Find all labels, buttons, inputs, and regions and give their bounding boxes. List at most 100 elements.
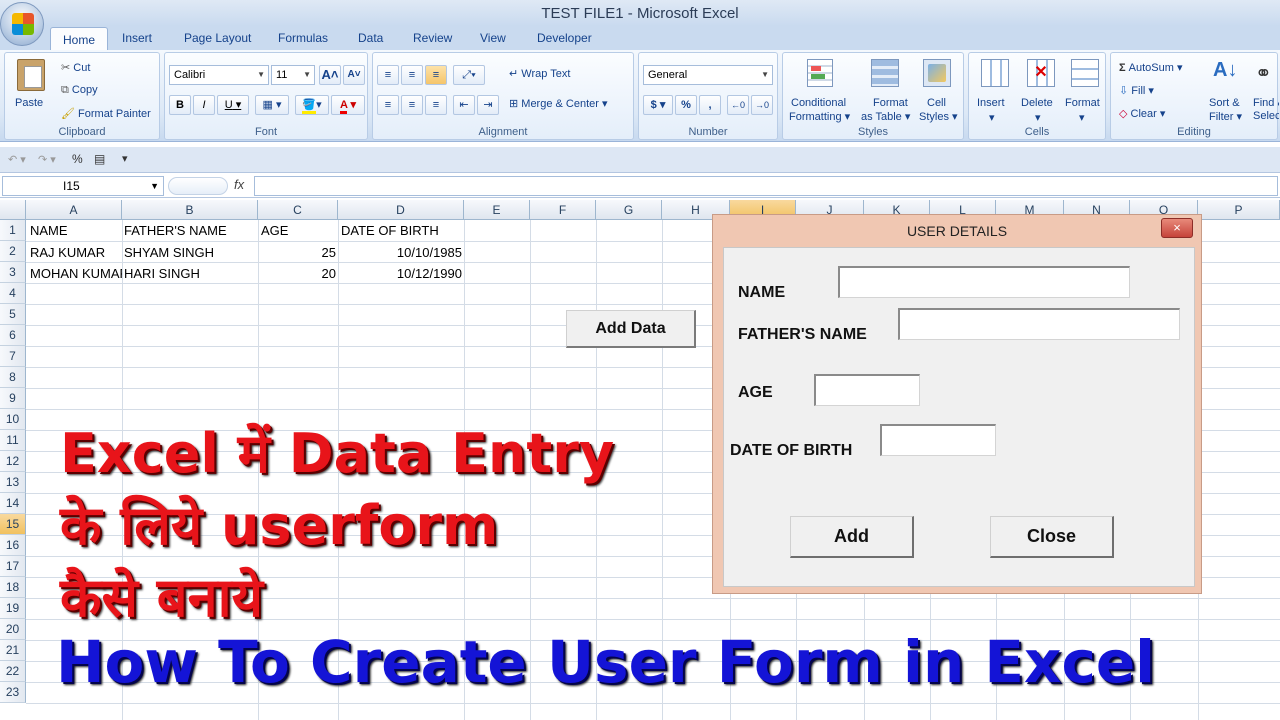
header-name[interactable]: NAME xyxy=(30,223,68,238)
cut-button[interactable]: ✂ Cut xyxy=(61,61,90,74)
row-header[interactable]: 6 xyxy=(0,325,26,346)
tab-formulas[interactable]: Formulas xyxy=(278,31,328,45)
fx-icon[interactable]: fx xyxy=(234,177,244,192)
row-header[interactable]: 12 xyxy=(0,451,26,472)
wrap-text-button[interactable]: ↵ Wrap Text xyxy=(509,67,570,80)
column-header-p[interactable]: P xyxy=(1198,200,1280,220)
row-header[interactable]: 3 xyxy=(0,262,26,283)
cell-father[interactable]: HARI SINGH xyxy=(124,266,200,281)
autosum-button[interactable]: Σ AutoSum ▾ xyxy=(1119,61,1183,74)
cell-styles-button[interactable]: Cell Styles ▾ xyxy=(915,55,961,123)
close-icon[interactable]: × xyxy=(1161,218,1193,238)
row-header[interactable]: 20 xyxy=(0,619,26,640)
row-header[interactable]: 13 xyxy=(0,472,26,493)
number-format-select[interactable]: General ▼ xyxy=(643,65,773,85)
cell-dob[interactable]: 10/12/1990 xyxy=(338,266,462,281)
select-all-corner[interactable] xyxy=(0,200,26,220)
cell-name[interactable]: MOHAN KUMAR xyxy=(30,266,122,281)
office-button[interactable] xyxy=(0,2,44,46)
add-data-button[interactable]: Add Data xyxy=(566,310,696,348)
row-header[interactable]: 5 xyxy=(0,304,26,325)
insert-cells-button[interactable]: Insert ▾ xyxy=(973,55,1015,124)
tab-view[interactable]: View xyxy=(480,31,506,45)
borders-button[interactable]: ▦ ▾ xyxy=(255,95,289,115)
row-header[interactable]: 8 xyxy=(0,367,26,388)
row-header[interactable]: 23 xyxy=(0,682,26,703)
align-top-button[interactable]: ≡ xyxy=(377,65,399,85)
increase-indent-button[interactable]: ⇥ xyxy=(477,95,499,115)
header-age[interactable]: AGE xyxy=(261,223,288,238)
tab-data[interactable]: Data xyxy=(358,31,383,45)
format-cells-button[interactable]: Format ▾ xyxy=(1063,55,1105,124)
father-name-input[interactable] xyxy=(898,308,1180,340)
redo-icon[interactable]: ↷ ▾ xyxy=(38,153,56,166)
row-header[interactable]: 1 xyxy=(0,220,26,241)
column-header-b[interactable]: B xyxy=(122,200,258,220)
tab-developer[interactable]: Developer xyxy=(537,31,592,45)
font-color-button[interactable]: A ▾ xyxy=(331,95,365,115)
header-dob[interactable]: DATE OF BIRTH xyxy=(341,223,439,238)
font-name-select[interactable]: Calibri ▼ xyxy=(169,65,269,85)
conditional-formatting-button[interactable]: Conditional Formatting ▾ xyxy=(787,55,853,123)
column-header-g[interactable]: G xyxy=(596,200,662,220)
row-header[interactable]: 10 xyxy=(0,409,26,430)
row-header[interactable]: 2 xyxy=(0,241,26,262)
row-header[interactable]: 17 xyxy=(0,556,26,577)
align-bottom-button[interactable]: ≡ xyxy=(425,65,447,85)
row-header[interactable]: 14 xyxy=(0,493,26,514)
cell-father[interactable]: SHYAM SINGH xyxy=(124,245,214,260)
row-header[interactable]: 19 xyxy=(0,598,26,619)
row-header[interactable]: 16 xyxy=(0,535,26,556)
comma-button[interactable]: , xyxy=(699,95,721,115)
column-header-a[interactable]: A xyxy=(26,200,122,220)
column-header-e[interactable]: E xyxy=(464,200,530,220)
decrease-decimal-button[interactable]: →0 xyxy=(751,95,773,115)
row-header[interactable]: 22 xyxy=(0,661,26,682)
clear-button[interactable]: ◇ Clear ▾ xyxy=(1119,107,1165,120)
formula-input[interactable] xyxy=(254,176,1278,196)
fill-button[interactable]: ⇩ Fill ▾ xyxy=(1119,84,1154,97)
column-header-c[interactable]: C xyxy=(258,200,338,220)
orientation-button[interactable]: ⤢▾ xyxy=(453,65,485,85)
increase-decimal-button[interactable]: ←0 xyxy=(727,95,749,115)
row-header[interactable]: 7 xyxy=(0,346,26,367)
tab-insert[interactable]: Insert xyxy=(122,31,152,45)
decrease-indent-button[interactable]: ⇤ xyxy=(453,95,475,115)
underline-button[interactable]: U ▾ xyxy=(217,95,249,115)
merge-center-button[interactable]: ⊞ Merge & Center ▾ xyxy=(509,97,608,110)
cell-name[interactable]: RAJ KUMAR xyxy=(30,245,122,260)
shrink-font-button[interactable]: A˅ xyxy=(343,65,365,85)
paste-button[interactable]: Paste xyxy=(9,55,53,121)
currency-button[interactable]: $ ▾ xyxy=(643,95,673,115)
align-middle-button[interactable]: ≡ xyxy=(401,65,423,85)
header-father-name[interactable]: FATHER'S NAME xyxy=(124,223,227,238)
align-center-button[interactable]: ≡ xyxy=(401,95,423,115)
align-right-button[interactable]: ≡ xyxy=(425,95,447,115)
fill-color-button[interactable]: 🪣▾ xyxy=(295,95,329,115)
close-button[interactable]: Close xyxy=(990,516,1114,558)
row-header[interactable]: 18 xyxy=(0,577,26,598)
name-input[interactable] xyxy=(838,266,1130,298)
row-header[interactable]: 21 xyxy=(0,640,26,661)
cell-age[interactable]: 20 xyxy=(258,266,336,281)
column-header-d[interactable]: D xyxy=(338,200,464,220)
copy-button[interactable]: ⧉ Copy xyxy=(61,84,98,97)
format-as-table-button[interactable]: Format as Table ▾ xyxy=(857,55,913,123)
font-size-select[interactable]: 11 ▼ xyxy=(271,65,315,85)
name-box[interactable]: I15 ▼ xyxy=(2,176,164,196)
italic-button[interactable]: I xyxy=(193,95,215,115)
percent-button[interactable]: % xyxy=(675,95,697,115)
row-header[interactable]: 4 xyxy=(0,283,26,304)
percent-style-icon[interactable]: % xyxy=(72,152,83,166)
column-header-f[interactable]: F xyxy=(530,200,596,220)
tab-page-layout[interactable]: Page Layout xyxy=(184,31,251,45)
dob-input[interactable] xyxy=(880,424,996,456)
formula-bar-expander[interactable] xyxy=(168,177,228,195)
delete-cells-button[interactable]: ✕ Delete ▾ xyxy=(1019,55,1061,124)
bold-button[interactable]: B xyxy=(169,95,191,115)
row-header[interactable]: 9 xyxy=(0,388,26,409)
add-button[interactable]: Add xyxy=(790,516,914,558)
tab-home[interactable]: Home xyxy=(50,27,109,51)
row-header[interactable]: 11 xyxy=(0,430,26,451)
tab-review[interactable]: Review xyxy=(413,31,452,45)
